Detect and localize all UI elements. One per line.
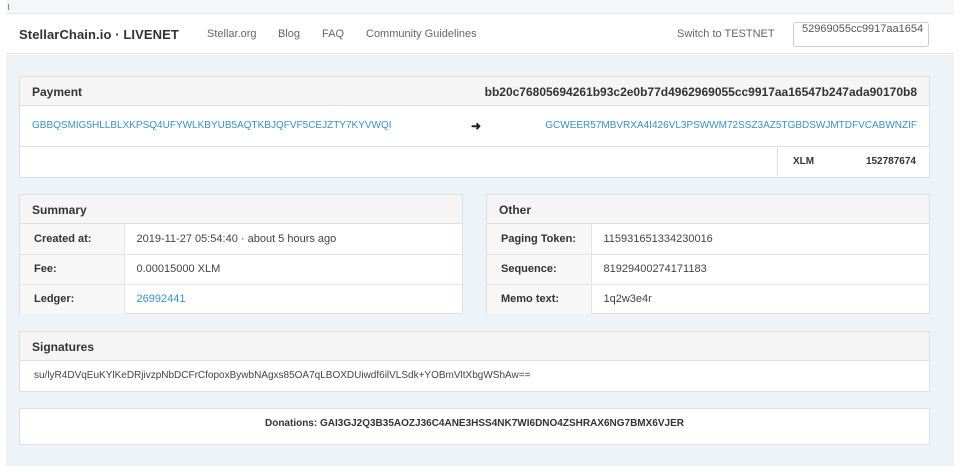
navbar: StellarChain.io · LIVENET Stellar.org Bl… [6,14,954,54]
payment-accounts-row: GBBQSMIG5HLLBLXKPSQ4UFYWLKBYUB5AQTKBJQFV… [20,106,929,147]
payment-panel: Payment bb20c76805694261b93c2e0b77d49629… [19,76,930,178]
created-at-label: Created at: [20,224,125,255]
created-at-value: 2019-11-27 05:54:40 · about 5 hours ago [124,224,462,255]
nav-link-community-guidelines[interactable]: Community Guidelines [366,28,477,40]
signatures-panel: Signatures su/lyR4DVqEuKYlKeDRjivzpNbDCF… [19,331,930,392]
table-row: Sequence: 81929400274171183 [487,254,929,285]
main-content: Payment bb20c76805694261b93c2e0b77d49629… [6,55,954,466]
brand-title[interactable]: StellarChain.io · LIVENET [19,27,179,42]
transaction-hash: bb20c76805694261b93c2e0b77d4962969055cc9… [484,85,917,99]
strip-marker [8,4,9,10]
table-row: Ledger: 26992441 [20,284,462,314]
payment-amount-row: XLM 152787674 [20,147,929,176]
signatures-panel-header: Signatures [20,332,929,361]
other-table: Paging Token: 115931651334230016 Sequenc… [487,224,929,314]
signature-value: su/lyR4DVqEuKYlKeDRjivzpNbDCFrCfopoxBywb… [34,370,531,381]
ledger-link[interactable]: 26992441 [137,293,186,305]
table-row: Fee: 0.00015000 XLM [20,254,462,285]
source-account-link[interactable]: GBBQSMIG5HLLBLXKPSQ4UFYWLKBYUB5AQTKBJQFV… [32,120,392,131]
table-row: Paging Token: 115931651334230016 [487,224,929,255]
donations-text: Donations: GAI3GJ2Q3B35AOZJ36C4ANE3HSS4N… [264,418,684,429]
nav-link-blog[interactable]: Blog [278,28,300,40]
other-title: Other [499,203,532,217]
table-row: Created at: 2019-11-27 05:54:40 · about … [20,224,462,255]
arrow-right-icon: ➜ [471,119,482,133]
summary-title: Summary [32,203,87,217]
table-row: Memo text: 1q2w3e4r [487,284,929,314]
signatures-body: su/lyR4DVqEuKYlKeDRjivzpNbDCFrCfopoxBywb… [20,361,929,390]
summary-panel: Summary Created at: 2019-11-27 05:54:40 … [19,194,463,314]
sequence-label: Sequence: [487,254,592,285]
sequence-value: 81929400274171183 [591,254,929,285]
other-panel-header: Other [487,195,929,224]
other-panel: Other Paging Token: 115931651334230016 S… [486,194,930,314]
ledger-cell: 26992441 [124,284,462,314]
memo-text-label: Memo text: [487,284,592,314]
signatures-title: Signatures [32,340,95,354]
donations-panel: Donations: GAI3GJ2Q3B35AOZJ36C4ANE3HSS4N… [19,408,930,445]
fee-value: 0.00015000 XLM [124,254,462,285]
fee-label: Fee: [20,254,125,285]
paging-token-value: 115931651334230016 [591,224,929,255]
destination-account-link[interactable]: GCWEER57MBVRXA4I426VL3PSWWM72SSZ3AZ5TGBD… [545,120,917,131]
ledger-label: Ledger: [20,284,125,314]
summary-panel-header: Summary [20,195,462,224]
amount-cell: XLM 152787674 [777,147,929,176]
payment-amount: 152787674 [865,156,916,167]
summary-table: Created at: 2019-11-27 05:54:40 · about … [20,224,462,314]
switch-network-link[interactable]: Switch to TESTNET [677,28,775,40]
memo-text-value: 1q2w3e4r [603,293,652,306]
browser-top-strip [6,0,954,14]
asset-code: XLM [793,156,815,167]
search-input[interactable]: 52969055cc9917aa1654 [793,22,929,47]
payment-title: Payment [32,85,83,99]
payment-panel-header: Payment bb20c76805694261b93c2e0b77d49629… [20,77,929,106]
nav-link-stellar-org[interactable]: Stellar.org [207,28,257,40]
nav-link-faq[interactable]: FAQ [322,28,344,40]
paging-token-label: Paging Token: [487,224,592,255]
